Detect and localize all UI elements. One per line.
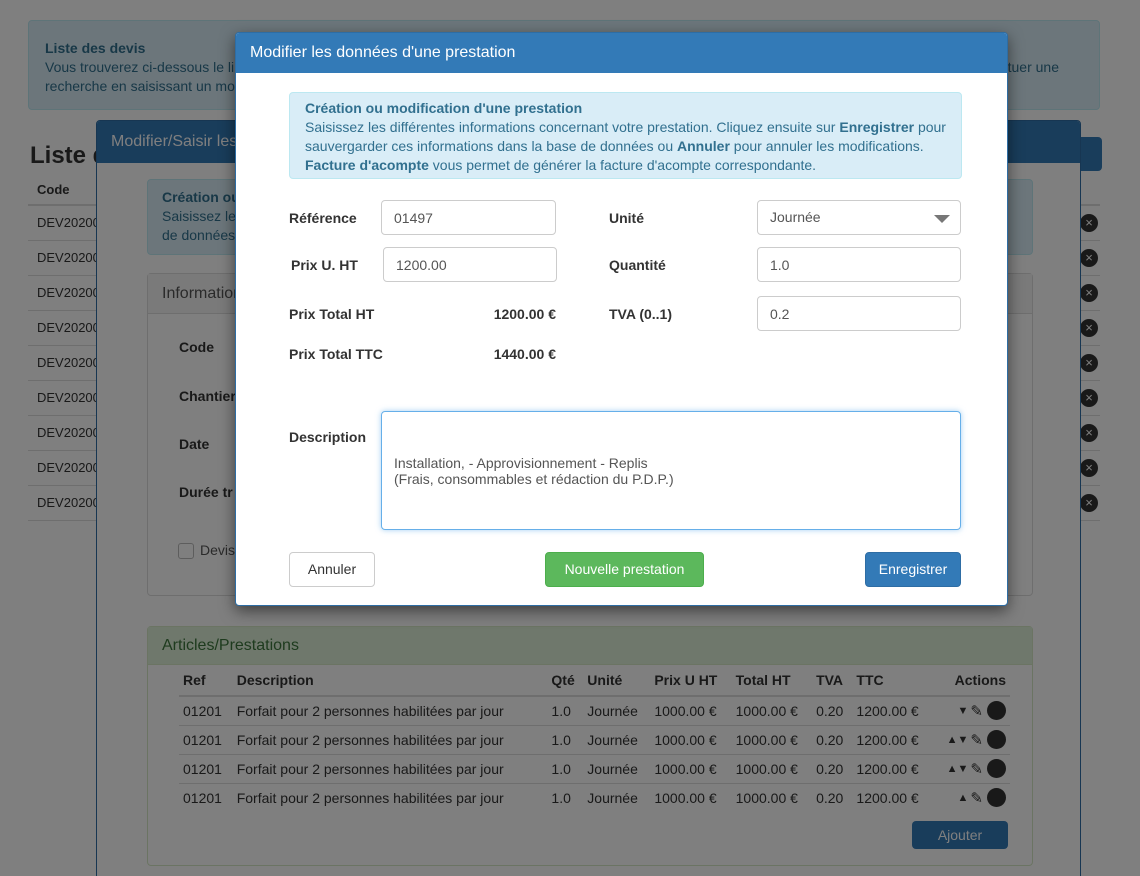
alert-title: Création ou modification d'une prestatio… <box>305 100 583 116</box>
description-label: Description <box>289 429 367 445</box>
new-service-button[interactable]: Nouvelle prestation <box>545 552 704 587</box>
unite-select[interactable]: Journée <box>757 200 961 235</box>
cancel-button[interactable]: Annuler <box>289 552 375 587</box>
reference-label: Référence <box>289 210 357 226</box>
reference-input[interactable] <box>381 200 556 235</box>
quantite-input[interactable] <box>757 247 961 282</box>
alert-save-word: Enregistrer <box>839 119 915 135</box>
info-alert: Création ou modification d'une prestatio… <box>289 92 962 179</box>
chevron-down-icon <box>934 215 950 223</box>
prix-total-ht-value: 1200.00 € <box>493 306 556 322</box>
alert-text-1: Saisissez les différentes informations c… <box>305 119 840 135</box>
prix-label: Prix U. HT <box>291 257 358 273</box>
save-button[interactable]: Enregistrer <box>865 552 961 587</box>
tva-label: TVA (0..1) <box>609 306 673 322</box>
tva-input[interactable] <box>757 296 961 331</box>
edit-service-modal: Modifier les données d'une prestation Cr… <box>235 32 1008 606</box>
prix-total-ht-label: Prix Total HT <box>289 306 375 322</box>
quantite-label: Quantité <box>609 257 666 273</box>
prix-total-ttc-label: Prix Total TTC <box>289 346 383 362</box>
alert-invoice-word: Facture d'acompte <box>305 157 429 173</box>
alert-cancel-word: Annuler <box>677 138 730 154</box>
prix-input[interactable] <box>383 247 557 282</box>
alert-text-4: vous permet de générer la facture d'acom… <box>428 157 817 173</box>
alert-text-3: pour annuler les modifications. <box>729 138 924 154</box>
prix-total-ttc-value: 1440.00 € <box>493 346 556 362</box>
modal-title: Modifier les données d'une prestation <box>236 33 1007 73</box>
description-textarea[interactable]: Installation, - Approvisionnement - Repl… <box>381 411 961 530</box>
unite-label: Unité <box>609 210 644 226</box>
unite-selected-value: Journée <box>770 209 821 225</box>
